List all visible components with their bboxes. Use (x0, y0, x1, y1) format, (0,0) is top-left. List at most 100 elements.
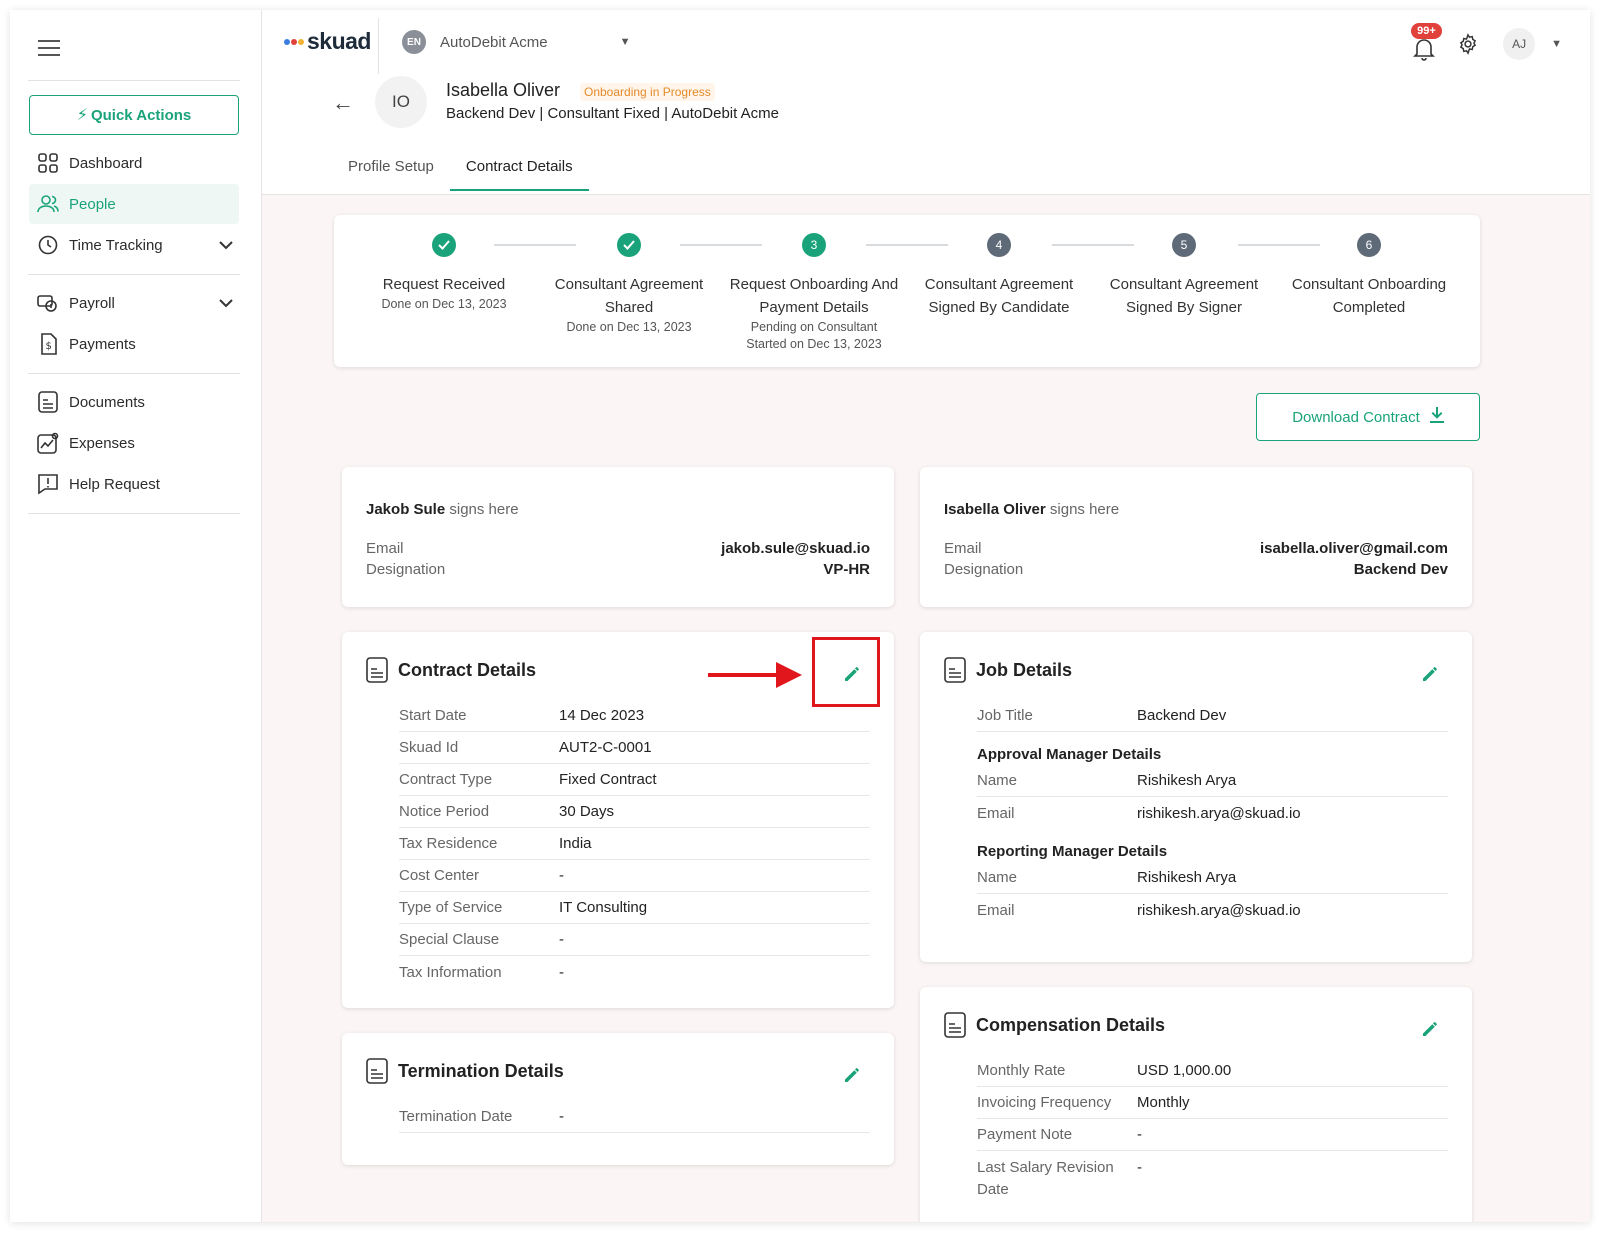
sidebar-item-people[interactable]: People (29, 184, 239, 224)
logo-mark-icon (284, 38, 305, 45)
tab-profile-setup[interactable]: Profile Setup (332, 150, 450, 191)
signer-designation-row: Designation Backend Dev (944, 561, 1448, 578)
back-arrow-icon[interactable]: ← (332, 90, 354, 116)
field-label: Start Date (399, 707, 467, 724)
main-content: Request Received Done on Dec 13, 2023 Co… (262, 195, 1590, 1222)
subsection-title: Reporting Manager Details (977, 843, 1168, 860)
download-contract-button[interactable]: Download Contract (1256, 393, 1480, 441)
svg-text:$: $ (46, 341, 52, 352)
expenses-icon (37, 432, 59, 454)
field-value: - (1137, 1159, 1142, 1176)
table-row: Termination Date - (399, 1101, 870, 1133)
edit-pencil-icon[interactable] (842, 1065, 862, 1085)
step-number: 3 (802, 233, 826, 257)
chevron-down-icon[interactable] (219, 295, 233, 312)
sidebar-item-payments[interactable]: $ Payments (29, 324, 239, 364)
signer-email-row: Email jakob.sule@skuad.io (366, 540, 870, 557)
clock-icon (37, 234, 59, 256)
field-label: Email (944, 540, 982, 557)
field-label: Tax Information (399, 963, 502, 981)
menu-icon[interactable] (38, 40, 60, 56)
chevron-down-icon[interactable] (219, 237, 233, 254)
sidebar: ⚡ Quick Actions Dashboard People Time Tr… (10, 10, 262, 1222)
table-row: Email rishikesh.arya@skuad.io (977, 797, 1448, 829)
table-row: Special Clause - (399, 924, 870, 956)
table-row: Tax Residence India (399, 828, 870, 860)
status-badge: Onboarding in Progress (580, 83, 715, 101)
table-row: Contract Type Fixed Contract (399, 764, 870, 796)
sidebar-item-documents[interactable]: Documents (29, 382, 239, 422)
table-row: Name Rishikesh Arya (977, 862, 1448, 894)
table-row: Name Rishikesh Arya (977, 765, 1448, 797)
org-selector[interactable]: EN AutoDebit Acme ▼ (402, 30, 630, 54)
step-label: Consultant Agreement Signed By Signer (1109, 276, 1259, 316)
user-avatar[interactable]: AJ (1503, 28, 1536, 60)
field-value: 14 Dec 2023 (559, 707, 645, 724)
sidebar-item-dashboard[interactable]: Dashboard (29, 143, 239, 183)
step-started: Started on Dec 13, 2023 (746, 337, 882, 351)
signer-email: isabella.oliver@gmail.com (1259, 540, 1448, 557)
compensation-details-card: Compensation Details Monthly Rate USD 1,0… (920, 987, 1472, 1222)
sidebar-item-payroll[interactable]: Payroll (29, 283, 239, 323)
onboarding-stepper: Request Received Done on Dec 13, 2023 Co… (334, 215, 1480, 367)
sidebar-item-expenses[interactable]: Expenses (29, 423, 239, 463)
field-value: Rishikesh Arya (1137, 869, 1237, 886)
field-label: Termination Date (399, 1108, 513, 1125)
quick-actions-button[interactable]: ⚡ Quick Actions (29, 95, 239, 135)
step-label: Request Received (382, 276, 506, 293)
step-status: Done on Dec 13, 2023 (566, 320, 692, 334)
check-icon (432, 233, 456, 257)
field-label: Job Title (977, 707, 1033, 724)
edit-pencil-icon[interactable] (1420, 1019, 1440, 1039)
signer-designation: VP-HR (823, 561, 870, 578)
step-4: 4 Consultant Agreement Signed By Candida… (909, 233, 1089, 319)
step-3: 3 Request Onboarding And Payment Details… (724, 233, 904, 353)
edit-pencil-icon[interactable] (1420, 664, 1440, 684)
field-value: 30 Days (559, 803, 615, 820)
tab-contract-details[interactable]: Contract Details (449, 150, 589, 191)
sidebar-item-label: Help Request (69, 475, 160, 493)
field-value: AUT2-C-0001 (559, 739, 652, 756)
field-value: - (559, 931, 564, 948)
field-label: Name (977, 869, 1018, 886)
profile-name: Isabella Oliver (446, 80, 561, 100)
divider (28, 513, 240, 514)
field-value: USD 1,000.00 (1137, 1062, 1232, 1079)
field-label: Email (977, 901, 1015, 919)
field-value: Backend Dev (1137, 707, 1227, 724)
header: skuad EN AutoDebit Acme ▼ 99+ AJ ▼ ← IO … (262, 10, 1590, 195)
section-title: Contract Details (398, 659, 537, 680)
termination-details-rows: Termination Date - (399, 1101, 870, 1133)
sidebar-item-label: Payroll (69, 294, 115, 312)
brand-logo[interactable]: skuad (284, 28, 371, 55)
signer-designation: Backend Dev (1353, 561, 1448, 578)
field-label: Contract Type (399, 771, 493, 788)
field-label: Email (977, 804, 1015, 822)
field-label: Tax Residence (399, 835, 498, 852)
signer-email: jakob.sule@skuad.io (721, 540, 870, 557)
step-6: 6 Consultant Onboarding Completed (1279, 233, 1459, 319)
sidebar-item-help-request[interactable]: Help Request (29, 464, 239, 504)
gear-icon[interactable] (1457, 33, 1479, 55)
compensation-details-rows: Monthly Rate USD 1,000.00 Invoicing Frequ… (977, 1055, 1448, 1198)
sidebar-item-label: Documents (69, 393, 145, 411)
help-icon (37, 473, 59, 495)
field-label: Type of Service (399, 899, 503, 916)
field-value: Fixed Contract (559, 771, 657, 788)
job-details-card: Job Details Job Title Backend Dev Approva… (920, 632, 1472, 962)
step-2: Consultant Agreement Shared Done on Dec … (539, 233, 719, 336)
signer-suffix: signs here (449, 501, 519, 518)
notification-button[interactable]: 99+ (1411, 23, 1442, 61)
field-label: Payment Note (977, 1126, 1073, 1143)
step-label: Consultant Agreement Signed By Candidate (924, 276, 1074, 316)
table-row: Job Title Backend Dev (977, 700, 1448, 732)
table-row: Email rishikesh.arya@skuad.io (977, 894, 1448, 926)
signer-email-row: Email isabella.oliver@gmail.com (944, 540, 1448, 557)
field-value: - (559, 963, 564, 981)
signer-name: Isabella Oliver (944, 501, 1046, 518)
sidebar-item-time-tracking[interactable]: Time Tracking (29, 225, 239, 265)
table-row: Last Salary Revision Date - (977, 1151, 1448, 1198)
step-number: 6 (1357, 233, 1381, 257)
table-row: Notice Period 30 Days (399, 796, 870, 828)
caret-down-icon[interactable]: ▼ (1551, 38, 1562, 50)
